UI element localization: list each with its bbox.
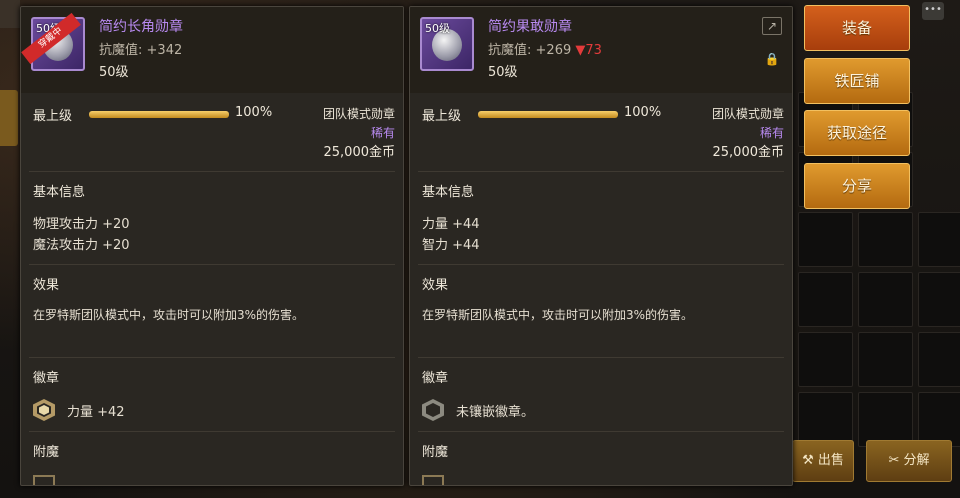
enchant-icon	[422, 475, 444, 485]
inventory-slot[interactable]	[858, 392, 913, 447]
item-level: 50级	[488, 65, 518, 80]
share-button[interactable]: 分享	[804, 163, 910, 209]
max-level-bar	[89, 111, 229, 118]
inventory-slot[interactable]	[858, 272, 913, 327]
emblem-value: 力量 +42	[67, 405, 125, 420]
emblem-icon	[33, 399, 55, 421]
basic-stat-line: 智力 +44	[422, 238, 480, 253]
inventory-slot[interactable]	[918, 212, 960, 267]
item-icon: 50级 穿戴中	[21, 12, 85, 71]
chat-icon[interactable]: •••	[922, 2, 944, 20]
enchant-title: 附魔	[422, 445, 449, 460]
inventory-slot[interactable]	[918, 392, 960, 447]
disassemble-icon: ✂	[888, 453, 904, 468]
stat-value: +269	[535, 43, 572, 58]
item-level: 50级	[99, 65, 129, 80]
item-price: 25,000金币	[323, 145, 396, 160]
disassemble-button[interactable]: ✂ 分解	[866, 440, 952, 482]
basic-stat-line: 魔法攻击力 +20	[33, 238, 130, 253]
max-level-label: 最上级	[33, 109, 73, 124]
item-meta: 团队模式勋章 稀有 25,000金币	[323, 105, 395, 162]
stat-label: 抗魔值:	[488, 43, 532, 58]
divider	[29, 264, 395, 265]
effect-text: 在罗特斯团队模式中，攻击时可以附加3%的伤害。	[422, 308, 694, 322]
effect-title: 效果	[33, 278, 60, 293]
divider	[418, 357, 784, 358]
item-name: 简约果敢勋章	[488, 19, 572, 35]
max-level-fill	[89, 111, 229, 118]
empty-emblem-icon	[422, 399, 444, 421]
equipped-item-tooltip: 50级 穿戴中 简约长角勋章 抗魔值: +342 50级 最上级 100% 团队…	[20, 6, 404, 486]
emblem-title: 徽章	[33, 371, 60, 386]
magic-resist-line: 抗魔值: +269 ▼73	[488, 39, 602, 58]
stat-value: +342	[146, 43, 183, 58]
inventory-slot[interactable]	[798, 332, 853, 387]
basic-stat-line: 力量 +44	[422, 217, 480, 232]
inventory-slot[interactable]	[858, 332, 913, 387]
item-icon: 50级	[420, 17, 474, 71]
stat-decrease: ▼73	[575, 43, 602, 58]
basic-info-title: 基本信息	[422, 185, 475, 200]
equip-button[interactable]: 装备	[804, 5, 910, 51]
item-price: 25,000金币	[712, 145, 785, 160]
inventory-slot[interactable]	[918, 332, 960, 387]
enchant-title: 附魔	[33, 445, 60, 460]
emblem-value: 未镶嵌徽章。	[456, 405, 535, 420]
divider	[29, 431, 395, 432]
inventory-slot[interactable]	[858, 212, 913, 267]
basic-info-title: 基本信息	[33, 185, 86, 200]
background-left-tab	[0, 90, 18, 146]
basic-stat-line: 物理攻击力 +20	[33, 217, 130, 232]
max-level-percent: 100%	[235, 105, 273, 120]
share-icon[interactable]: ↗	[762, 17, 782, 35]
item-rarity: 稀有	[370, 126, 395, 140]
inventory-slot[interactable]	[798, 392, 853, 447]
sell-button[interactable]: ⚒ 出售	[792, 440, 854, 482]
stat-label: 抗魔值:	[99, 43, 143, 58]
inventory-slot[interactable]	[798, 212, 853, 267]
divider	[418, 171, 784, 172]
item-name: 简约长角勋章	[99, 19, 183, 35]
compare-item-tooltip: 50级 简约果敢勋章 抗魔值: +269 ▼73 50级 ↗ 🔒 最上级 100…	[409, 6, 793, 486]
item-mode: 团队模式勋章	[711, 107, 784, 121]
level-badge: 50级	[425, 22, 450, 35]
hammer-icon: ⚒	[802, 453, 818, 468]
max-level-bar	[478, 111, 618, 118]
blacksmith-button[interactable]: 铁匠铺	[804, 58, 910, 104]
acquire-route-button[interactable]: 获取途径	[804, 110, 910, 156]
item-rarity: 稀有	[759, 126, 784, 140]
divider	[418, 431, 784, 432]
magic-resist-line: 抗魔值: +342	[99, 39, 182, 58]
inventory-slot[interactable]	[798, 272, 853, 327]
divider	[418, 264, 784, 265]
background-menu-fragment	[0, 0, 20, 28]
emblem-title: 徽章	[422, 371, 449, 386]
effect-title: 效果	[422, 278, 449, 293]
item-meta: 团队模式勋章 稀有 25,000金币	[712, 105, 784, 162]
enchant-icon	[33, 475, 55, 485]
divider	[29, 357, 395, 358]
effect-text: 在罗特斯团队模式中，攻击时可以附加3%的伤害。	[33, 308, 305, 322]
max-level-label: 最上级	[422, 109, 462, 124]
divider	[29, 171, 395, 172]
max-level-percent: 100%	[624, 105, 662, 120]
item-mode: 团队模式勋章	[322, 107, 395, 121]
inventory-slot[interactable]	[918, 272, 960, 327]
max-level-fill	[478, 111, 618, 118]
lock-icon[interactable]: 🔒	[762, 51, 782, 69]
